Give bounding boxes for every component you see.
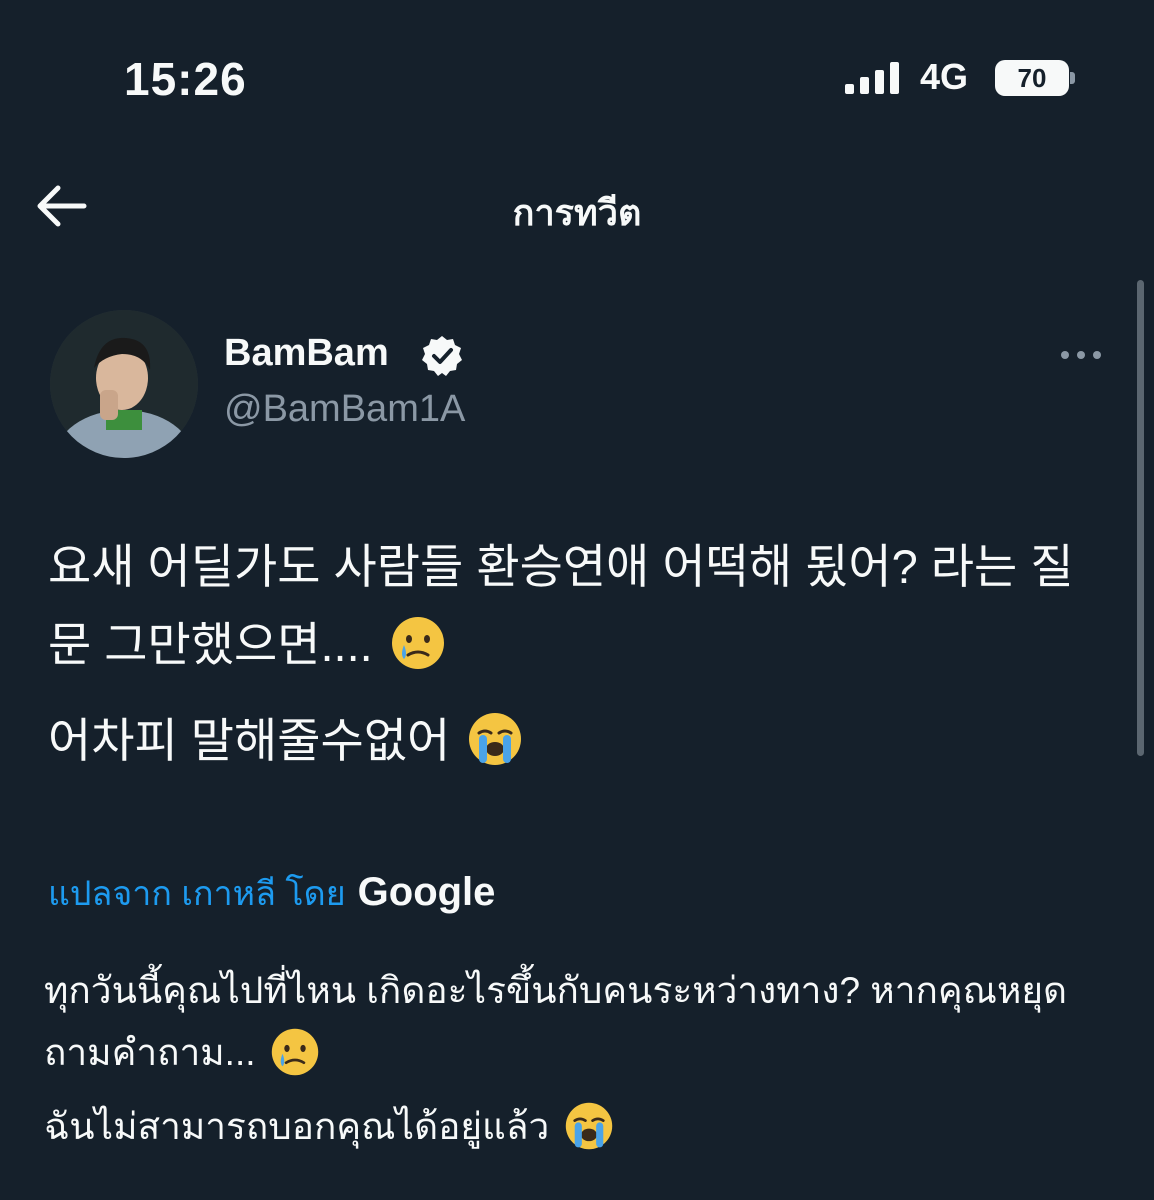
translated-text-line: ทุกวันนี้คุณไปที่ไหน เกิดอะไรขึ้นกับคนระ… <box>44 960 1114 1084</box>
translated-text-content: ทุกวันนี้คุณไปที่ไหน เกิดอะไรขึ้นกับคนระ… <box>44 970 1068 1073</box>
tweet-text: 요새 어딜가도 사람들 환승연애 어떡해 됬어? 라는 질문 그만했으면....… <box>48 528 1108 780</box>
status-time: 15:26 <box>124 53 247 105</box>
avatar-image <box>50 310 198 458</box>
avatar[interactable] <box>50 310 198 458</box>
status-bar: 15:26 4G 70 <box>0 0 1154 150</box>
tweet-text-content: 요새 어딜가도 사람들 환승연애 어떡해 됬어? 라는 질문 그만했으면.... <box>48 540 1074 671</box>
user-handle[interactable]: @BamBam1A <box>224 388 465 431</box>
translated-text-content: ฉันไม่สามารถบอกคุณได้อยู่แล้ว <box>44 1106 550 1147</box>
network-type: 4G <box>920 56 969 97</box>
loudly-crying-face-emoji-icon <box>565 1102 612 1150</box>
translation-label[interactable]: แปลจาก เกาหลี โดย <box>48 875 346 913</box>
battery-tip <box>1070 72 1075 84</box>
battery-icon: 70 <box>995 60 1075 96</box>
translation-provider: Google <box>357 870 496 914</box>
translated-text-line: ฉันไม่สามารถบอกคุณได้อยู่แล้ว <box>44 1096 1114 1158</box>
tweet-text-line: 어차피 말해줄수없어 <box>48 702 1108 780</box>
translation-attribution: แปลจาก เกาหลี โดย Google <box>48 866 495 920</box>
loudly-crying-face-emoji-icon <box>469 713 522 765</box>
page-title: การทวีต <box>512 192 642 233</box>
tweet-text-content: 어차피 말해줄수없어 <box>48 714 451 767</box>
tweet-text-line: 요새 어딜가도 사람들 환승연애 어떡해 됬어? 라는 질문 그만했으면.... <box>48 528 1108 684</box>
more-horizontal-icon[interactable] <box>1056 340 1106 370</box>
display-name[interactable]: BamBam <box>224 332 389 375</box>
face-holding-back-tears-emoji-icon <box>391 617 444 669</box>
battery-level: 70 <box>995 60 1069 96</box>
face-holding-back-tears-emoji-icon <box>271 1028 319 1076</box>
top-nav: การทวีต <box>0 160 1154 256</box>
verified-badge-icon <box>422 336 462 376</box>
scrollbar[interactable] <box>1137 280 1144 756</box>
translated-text: ทุกวันนี้คุณไปที่ไหน เกิดอะไรขึ้นกับคนระ… <box>44 960 1114 1158</box>
cellular-signal-icon <box>845 62 899 94</box>
